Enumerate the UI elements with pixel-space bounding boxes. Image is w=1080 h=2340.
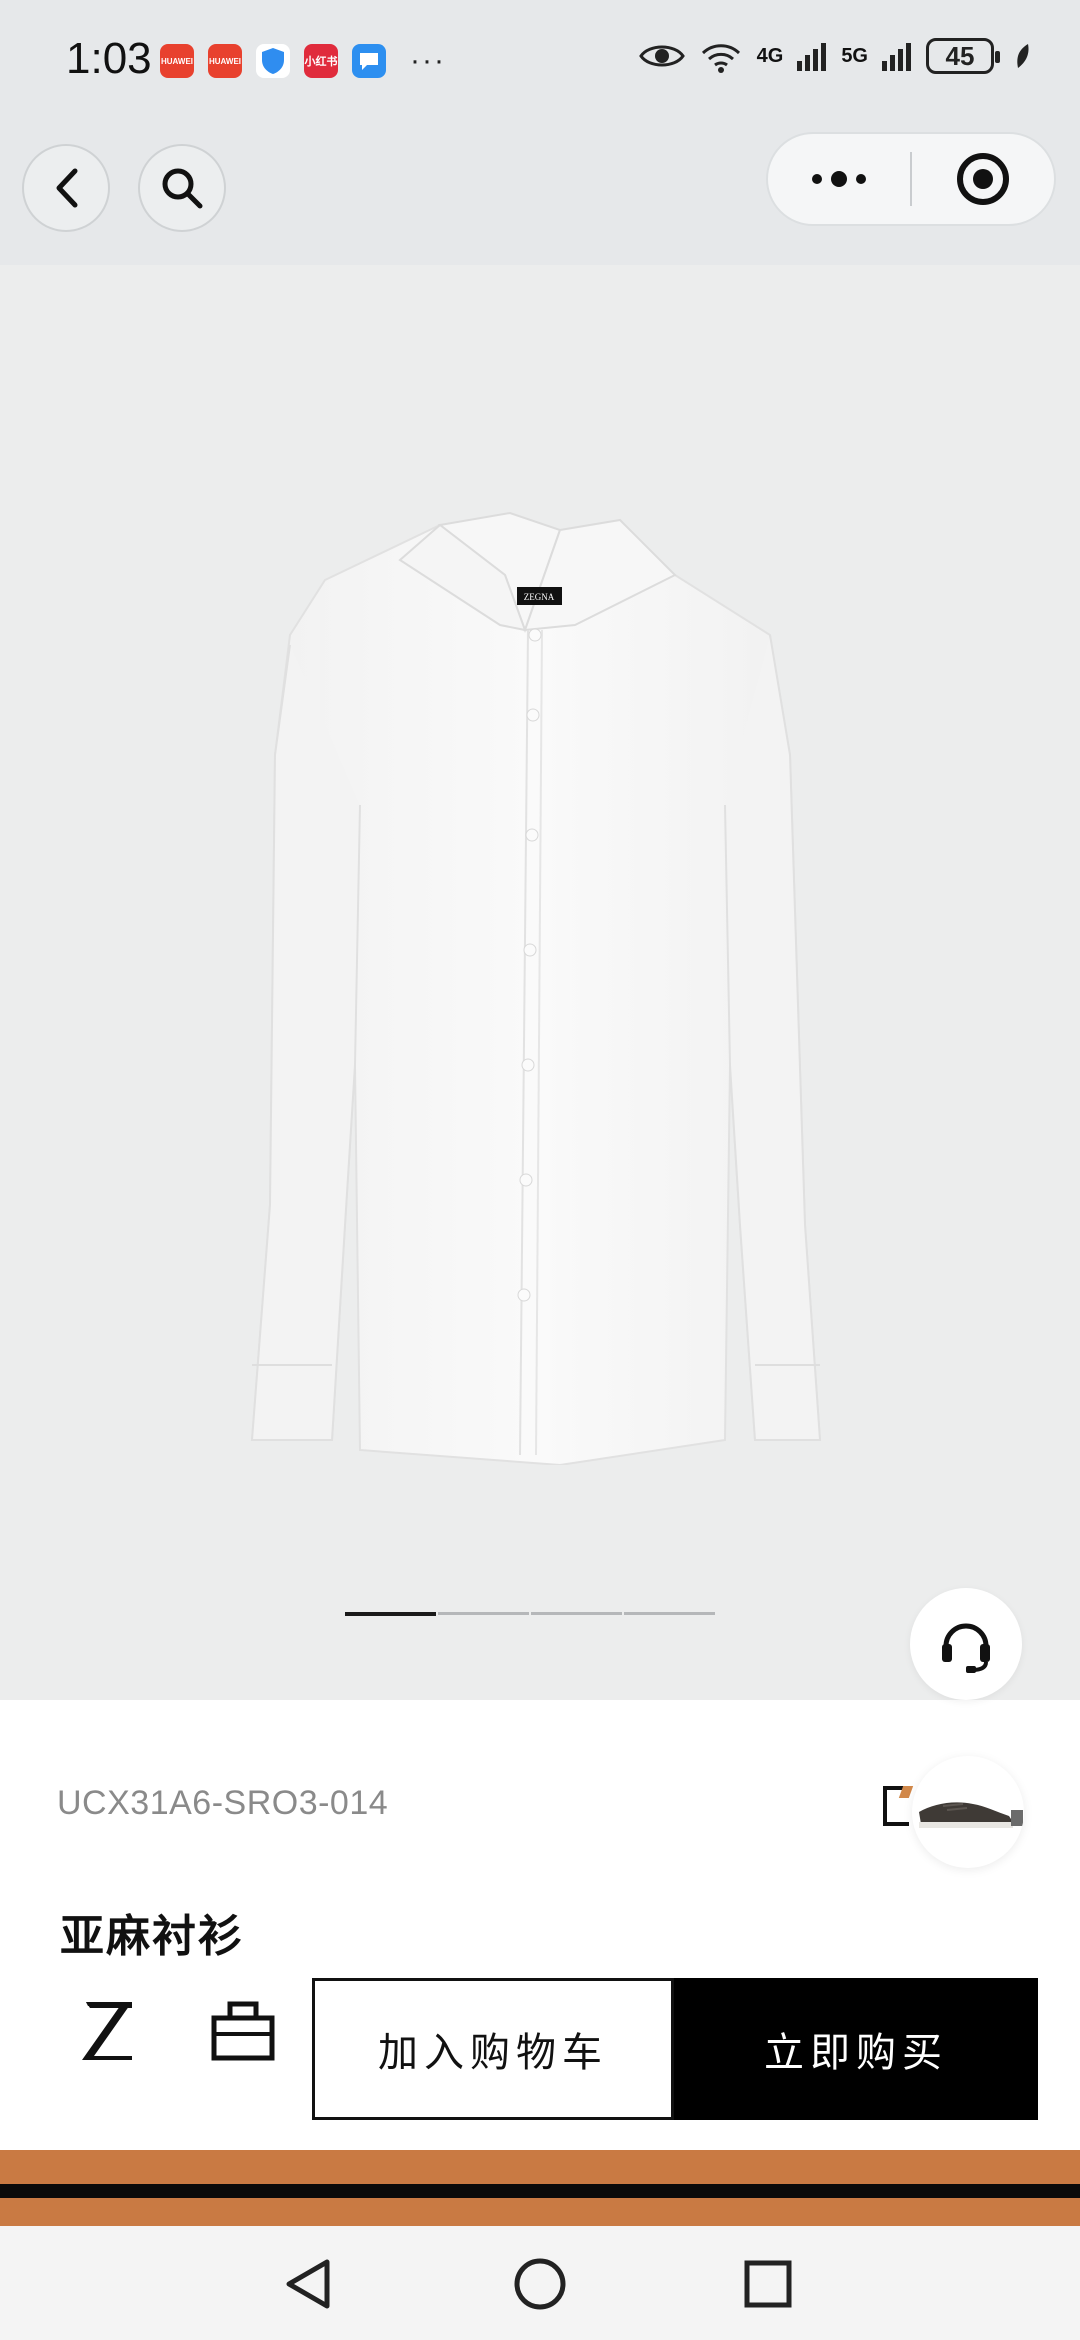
back-button[interactable]	[22, 144, 110, 232]
collar-label: ZEGNA	[524, 592, 555, 602]
target-circle-icon	[956, 153, 1009, 205]
product-image-carousel[interactable]: ZEGNA	[0, 0, 1080, 1700]
headset-icon	[942, 1623, 990, 1673]
add-to-cart-button[interactable]: 加入购物车	[312, 1978, 674, 2120]
brand-home-button[interactable]	[78, 1990, 138, 2070]
status-right: 4G 5G 45	[638, 38, 1030, 74]
network-5g-label: 5G	[841, 44, 868, 67]
carousel-dot-3[interactable]	[531, 1612, 622, 1615]
nav-recents-button[interactable]	[736, 2252, 800, 2316]
security-shield-icon	[256, 44, 290, 78]
carousel-dot-2[interactable]	[438, 1612, 529, 1615]
carousel-dot-1[interactable]	[345, 1612, 436, 1616]
brand-stripe	[0, 2150, 1080, 2226]
xiaohongshu-icon: 小红书	[304, 44, 338, 78]
customer-service-button[interactable]	[910, 1588, 1022, 1700]
more-menu-button[interactable]	[768, 134, 910, 224]
battery-indicator: 45	[926, 38, 1000, 74]
product-sku: UCX31A6-SRO3-014	[57, 1784, 389, 1822]
nav-home-button[interactable]	[508, 2252, 572, 2316]
mini-program-capsule	[766, 132, 1056, 226]
related-product-thumbnail[interactable]	[912, 1756, 1024, 1868]
nav-back-button[interactable]	[275, 2252, 339, 2316]
signal-icon	[882, 43, 911, 71]
carousel-indicator	[345, 1612, 715, 1616]
shopping-bag-icon[interactable]	[208, 1996, 278, 2066]
messaging-icon	[352, 44, 386, 78]
product-image-linen-shirt: ZEGNA	[250, 511, 822, 1465]
search-icon	[162, 168, 203, 209]
status-bar: 1:03 HUAWEI HUAWEI 小红书 ··· 4G 5G 45	[0, 0, 1080, 120]
system-navigation-bar	[0, 2226, 1080, 2340]
leaf-icon	[1017, 44, 1029, 68]
huawei-appgallery-icon: HUAWEI	[160, 44, 194, 78]
network-4g-label: 4G	[756, 44, 784, 67]
wifi-icon	[701, 44, 740, 73]
search-button[interactable]	[138, 144, 226, 232]
notification-icons: HUAWEI HUAWEI 小红书 ···	[160, 44, 446, 78]
status-time: 1:03	[66, 34, 152, 83]
sneaker-icon	[919, 1802, 1023, 1828]
square-recents-icon	[744, 2260, 792, 2308]
eye-comfort-icon	[638, 45, 685, 67]
huawei-appgallery-icon: HUAWEI	[208, 44, 242, 78]
buy-now-button[interactable]: 立即购买	[674, 1978, 1038, 2120]
carousel-dot-4[interactable]	[624, 1612, 715, 1615]
product-title: 亚麻衬衫	[60, 1912, 244, 1961]
close-mini-program-button[interactable]	[912, 134, 1054, 224]
zegna-z-logo-icon	[82, 2002, 132, 2060]
more-dots-icon	[812, 171, 866, 187]
circle-home-icon	[514, 2258, 566, 2310]
triangle-back-icon	[286, 2259, 330, 2309]
more-notifications-icon: ···	[410, 44, 446, 77]
signal-icon	[797, 43, 827, 71]
chevron-left-icon	[56, 168, 78, 208]
